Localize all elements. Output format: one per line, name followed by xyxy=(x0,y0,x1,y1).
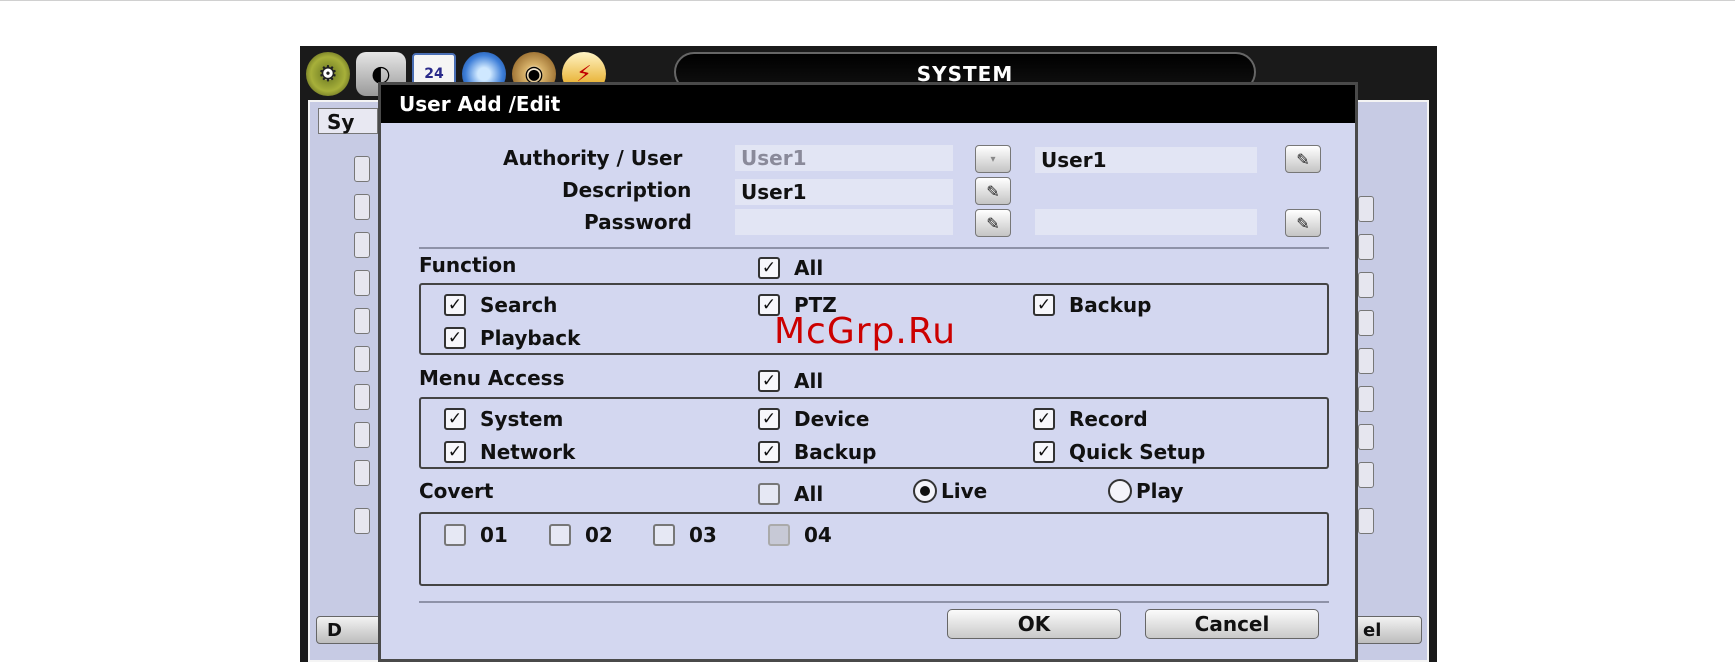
checkbox-checked-icon: ✓ xyxy=(758,257,780,279)
row-stub-left xyxy=(354,308,370,334)
background-right-button[interactable]: el xyxy=(1352,616,1422,644)
pencil-icon: ✎ xyxy=(1296,213,1310,233)
function-playback-checkbox[interactable]: ✓ Playback xyxy=(444,326,580,350)
tab-system[interactable]: Sy xyxy=(318,108,378,134)
covert-channel-03-checkbox[interactable]: 03 xyxy=(653,523,717,547)
checkbox-checked-icon: ✓ xyxy=(1033,408,1055,430)
checkbox-unchecked-icon xyxy=(758,483,780,505)
function-backup-checkbox[interactable]: ✓ Backup xyxy=(1033,293,1151,317)
checkbox-unchecked-icon xyxy=(549,524,571,546)
covert-channel-04-checkbox[interactable]: 04 xyxy=(768,523,832,547)
user-name-field[interactable]: User1 xyxy=(1035,147,1257,173)
checkbox-checked-icon: ✓ xyxy=(444,327,466,349)
description-label: Description xyxy=(562,178,692,202)
menu-device-checkbox[interactable]: ✓ Device xyxy=(758,407,869,431)
pencil-icon: ✎ xyxy=(986,181,1000,201)
checkbox-checked-icon: ✓ xyxy=(758,408,780,430)
chevron-down-icon: ▾ xyxy=(990,153,996,165)
divider xyxy=(419,247,1329,249)
menu-system-checkbox[interactable]: ✓ System xyxy=(444,407,563,431)
covert-label: Covert xyxy=(419,479,494,503)
authority-dropdown-button[interactable]: ▾ xyxy=(975,145,1011,173)
dialog-title: User Add /Edit xyxy=(381,85,1355,123)
authority-label: Authority / User xyxy=(503,146,683,170)
covert-play-radio[interactable]: Play xyxy=(1108,479,1183,503)
row-stub-right xyxy=(1358,310,1374,336)
gear-icon[interactable]: ⚙ xyxy=(306,52,350,96)
pencil-icon: ✎ xyxy=(986,213,1000,233)
checkbox-unchecked-icon xyxy=(444,524,466,546)
covert-channel-01-checkbox[interactable]: 01 xyxy=(444,523,508,547)
menu-backup-checkbox[interactable]: ✓ Backup xyxy=(758,440,876,464)
description-field[interactable]: User1 xyxy=(735,179,953,205)
ok-button[interactable]: OK xyxy=(947,609,1121,639)
radio-unselected-icon xyxy=(1108,479,1132,503)
divider xyxy=(419,601,1329,603)
menu-access-all-checkbox[interactable]: ✓ All xyxy=(758,369,823,393)
row-stub-left xyxy=(354,460,370,486)
row-stub-left xyxy=(354,232,370,258)
description-edit-button[interactable]: ✎ xyxy=(975,177,1011,205)
menu-network-checkbox[interactable]: ✓ Network xyxy=(444,440,575,464)
row-stub-right xyxy=(1358,272,1374,298)
row-stub-left xyxy=(354,384,370,410)
password-field[interactable] xyxy=(735,209,953,235)
row-stub-right xyxy=(1358,424,1374,450)
row-stub-left xyxy=(354,346,370,372)
user-add-edit-dialog: User Add /Edit Authority / User User1 ▾ … xyxy=(378,82,1358,662)
row-stub-right xyxy=(1358,196,1374,222)
covert-channel-02-checkbox[interactable]: 02 xyxy=(549,523,613,547)
row-stub-left xyxy=(354,270,370,296)
row-stub-right xyxy=(1358,508,1374,534)
function-label: Function xyxy=(419,253,517,277)
menu-access-label: Menu Access xyxy=(419,366,565,390)
radio-selected-icon xyxy=(913,479,937,503)
password-confirm-field[interactable] xyxy=(1035,209,1257,235)
checkbox-unchecked-icon xyxy=(653,524,675,546)
row-stub-right xyxy=(1358,462,1374,488)
authority-select[interactable]: User1 xyxy=(735,145,953,171)
watermark: McGrp.Ru xyxy=(774,311,957,352)
user-edit-button[interactable]: ✎ xyxy=(1285,145,1321,173)
checkbox-checked-icon: ✓ xyxy=(758,370,780,392)
top-divider xyxy=(0,0,1735,1)
covert-all-checkbox[interactable]: All xyxy=(758,482,823,506)
password-label: Password xyxy=(584,210,692,234)
function-search-checkbox[interactable]: ✓ Search xyxy=(444,293,557,317)
covert-live-radio[interactable]: Live xyxy=(913,479,987,503)
row-stub-left xyxy=(354,508,370,534)
row-stub-right xyxy=(1358,348,1374,374)
function-all-checkbox[interactable]: ✓ All xyxy=(758,256,823,280)
password-confirm-edit-button[interactable]: ✎ xyxy=(1285,209,1321,237)
row-stub-right xyxy=(1358,234,1374,260)
password-edit-button[interactable]: ✎ xyxy=(975,209,1011,237)
pencil-icon: ✎ xyxy=(1296,149,1310,169)
row-stub-right xyxy=(1358,386,1374,412)
checkbox-checked-icon: ✓ xyxy=(444,408,466,430)
menu-record-checkbox[interactable]: ✓ Record xyxy=(1033,407,1148,431)
checkbox-checked-icon: ✓ xyxy=(1033,441,1055,463)
cancel-button[interactable]: Cancel xyxy=(1145,609,1319,639)
row-stub-left xyxy=(354,422,370,448)
checkbox-checked-icon: ✓ xyxy=(444,441,466,463)
row-stub-left xyxy=(354,194,370,220)
checkbox-disabled-icon xyxy=(768,524,790,546)
checkbox-checked-icon: ✓ xyxy=(444,294,466,316)
checkbox-checked-icon: ✓ xyxy=(1033,294,1055,316)
background-left-button[interactable]: D xyxy=(316,616,386,644)
menu-quick-setup-checkbox[interactable]: ✓ Quick Setup xyxy=(1033,440,1205,464)
checkbox-checked-icon: ✓ xyxy=(758,441,780,463)
row-stub-left xyxy=(354,156,370,182)
